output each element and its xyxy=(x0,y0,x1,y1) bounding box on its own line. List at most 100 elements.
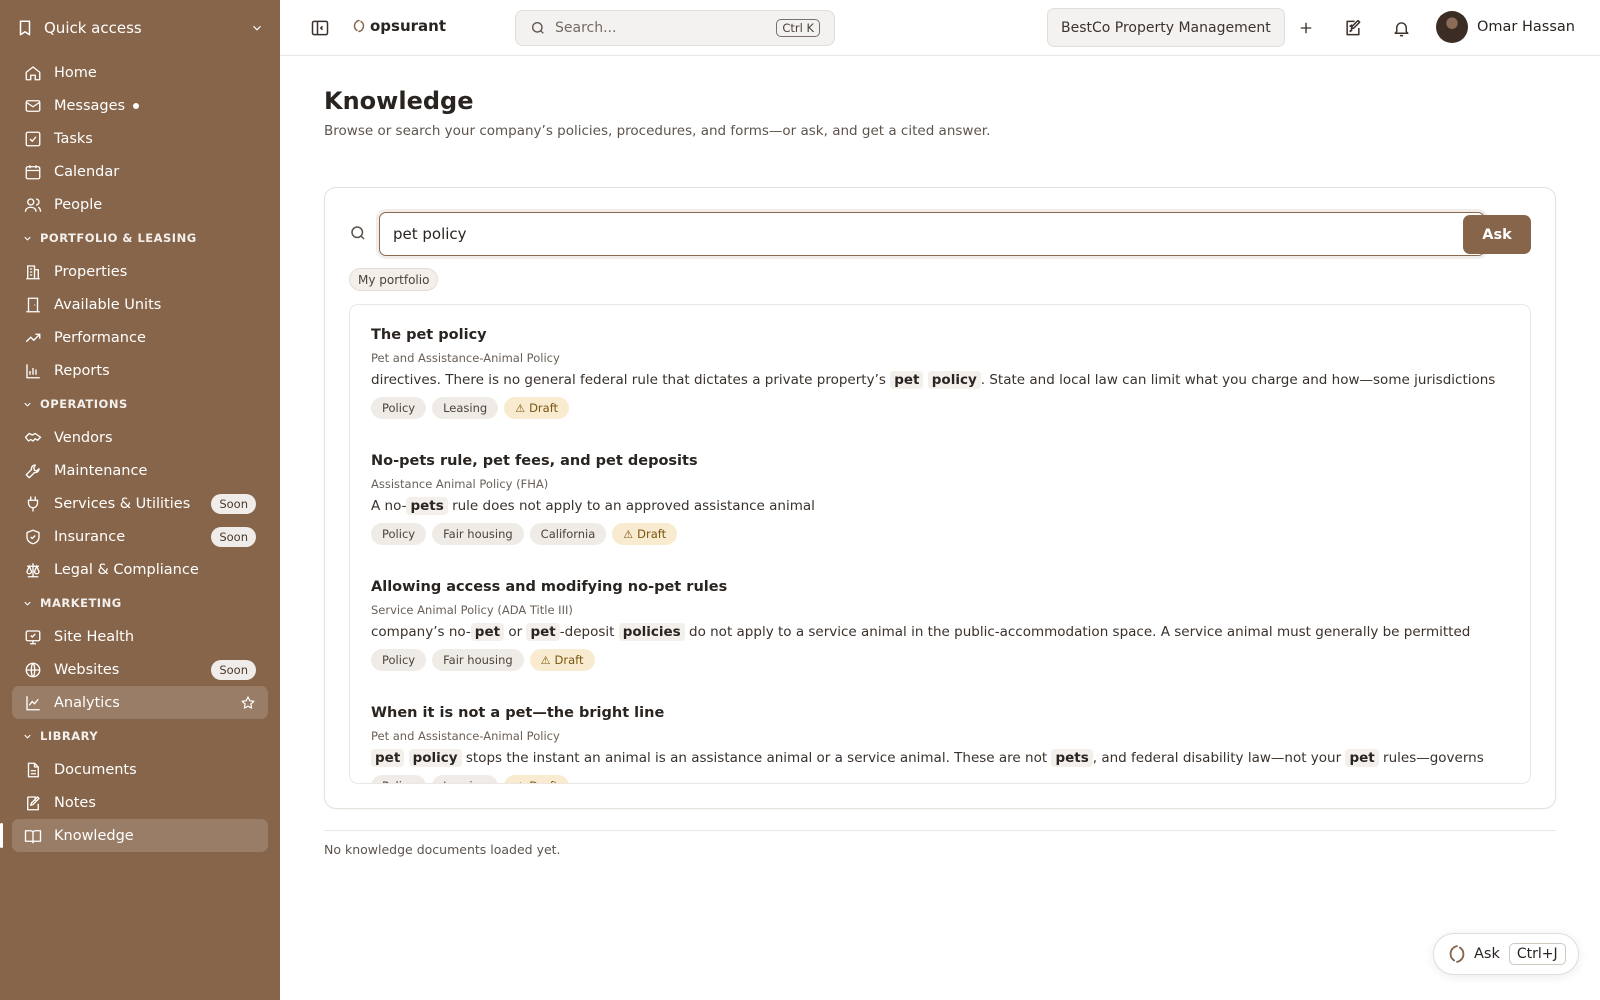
snippet-text: stops the instant an animal is an assist… xyxy=(461,750,1052,766)
sidebar-item-site-health[interactable]: Site Health xyxy=(12,620,268,653)
snippet-text: A no- xyxy=(371,498,407,514)
result-tags: Policy Fair housing ⚠ Draft xyxy=(371,649,1511,671)
tag-label: Policy xyxy=(382,527,416,541)
sidebar-item-label: Available Units xyxy=(54,296,162,313)
sidebar-item-insurance[interactable]: Insurance Soon xyxy=(12,520,268,553)
warning-icon: ⚠ xyxy=(623,527,634,541)
avatar xyxy=(1436,11,1468,43)
sidebar-item-people[interactable]: People xyxy=(12,188,268,221)
quick-access-label: Quick access xyxy=(44,19,142,37)
floating-ask-button[interactable]: Ask Ctrl+J xyxy=(1433,933,1579,975)
search-placeholder: Search... xyxy=(555,20,617,36)
sidebar-item-documents[interactable]: Documents xyxy=(12,753,268,786)
org-switcher-button[interactable]: BestCo Property Management xyxy=(1047,8,1285,47)
line-chart-icon xyxy=(24,694,42,712)
tag-label: Fair housing xyxy=(443,527,513,541)
task-edit-icon[interactable] xyxy=(1342,17,1364,39)
page-subtitle: Browse or search your company’s policies… xyxy=(324,123,991,139)
tag-chip: California xyxy=(529,523,607,545)
sidebar-item-maintenance[interactable]: Maintenance xyxy=(12,454,268,487)
plug-icon xyxy=(24,495,42,513)
mail-icon xyxy=(24,97,42,115)
snippet-text: company’s no- xyxy=(371,624,471,640)
sidebar-item-analytics[interactable]: Analytics xyxy=(12,686,268,719)
result-item[interactable]: No-pets rule, pet fees, and pet deposits… xyxy=(371,453,1511,545)
book-open-icon xyxy=(24,827,42,845)
sidebar-item-properties[interactable]: Properties xyxy=(12,255,268,288)
sidebar-item-messages[interactable]: Messages xyxy=(12,89,268,122)
star-icon[interactable] xyxy=(240,695,256,711)
sidebar-item-available-units[interactable]: Available Units xyxy=(12,288,268,321)
tag-label: Draft xyxy=(637,527,667,541)
sidebar-item-vendors[interactable]: Vendors xyxy=(12,421,268,454)
sidebar-item-legal-compliance[interactable]: Legal & Compliance xyxy=(12,553,268,586)
tag-chip: Policy xyxy=(371,523,427,545)
sidebar-item-label: Notes xyxy=(54,794,96,811)
highlighted-term: pet xyxy=(371,749,405,767)
user-menu[interactable]: Omar Hassan xyxy=(1436,11,1575,43)
bell-icon[interactable] xyxy=(1390,17,1412,39)
knowledge-query-input[interactable] xyxy=(379,212,1485,256)
section-portfolio-leasing[interactable]: PORTFOLIO & LEASING xyxy=(0,221,280,255)
highlighted-term: pets xyxy=(406,497,448,515)
soon-badge: Soon xyxy=(211,493,256,514)
sidebar-item-reports[interactable]: Reports xyxy=(12,354,268,387)
logo-icon xyxy=(1448,944,1466,964)
tag-chip: Policy xyxy=(371,775,427,783)
search-icon xyxy=(349,224,367,242)
highlighted-term: policy xyxy=(927,371,981,389)
sidebar-item-websites[interactable]: Websites Soon xyxy=(12,653,268,686)
sidebar-item-calendar[interactable]: Calendar xyxy=(12,155,268,188)
sidebar-item-performance[interactable]: Performance xyxy=(12,321,268,354)
result-tags: Policy Leasing ⚠Draft xyxy=(371,397,1511,419)
chevron-down-icon xyxy=(250,21,264,35)
sidebar-toggle-icon[interactable] xyxy=(310,18,330,38)
tag-label: Leasing xyxy=(443,401,488,415)
sidebar-item-home[interactable]: Home xyxy=(12,56,268,89)
unread-dot xyxy=(133,102,140,109)
sidebar-item-label: Calendar xyxy=(54,163,120,180)
section-title: OPERATIONS xyxy=(40,397,128,411)
handshake-icon xyxy=(24,429,42,447)
logo-icon xyxy=(353,19,365,33)
warning-icon: ⚠ xyxy=(515,780,525,784)
sidebar-item-label: Reports xyxy=(54,362,110,379)
scope-chip-my-portfolio[interactable]: My portfolio xyxy=(349,268,439,291)
plus-icon[interactable] xyxy=(1295,17,1317,39)
sidebar-item-notes[interactable]: Notes xyxy=(12,786,268,819)
tag-label: Draft xyxy=(554,653,584,667)
section-operations[interactable]: OPERATIONS xyxy=(0,387,280,421)
chevron-down-icon xyxy=(22,233,33,244)
quick-access-toggle[interactable]: Quick access xyxy=(0,0,280,56)
sidebar-item-label: Performance xyxy=(54,329,146,346)
tag-label: Leasing xyxy=(443,779,487,783)
section-title: PORTFOLIO & LEASING xyxy=(40,231,197,245)
result-item[interactable]: When it is not a pet—the bright line Pet… xyxy=(371,705,1511,784)
note-edit-icon xyxy=(24,794,42,812)
sidebar-item-services-utilities[interactable]: Services & Utilities Soon xyxy=(12,487,268,520)
warning-icon: ⚠ xyxy=(515,401,526,415)
page-title: Knowledge xyxy=(324,87,474,115)
sidebar-item-label: Properties xyxy=(54,263,128,280)
results-list: The pet policy Pet and Assistance-Animal… xyxy=(349,304,1531,784)
sidebar-item-tasks[interactable]: Tasks xyxy=(12,122,268,155)
sidebar-item-label: Tasks xyxy=(54,130,93,147)
bar-chart-icon xyxy=(24,362,42,380)
calendar-icon xyxy=(24,163,42,181)
result-item[interactable]: Allowing access and modifying no-pet rul… xyxy=(371,579,1511,671)
result-source: Pet and Assistance-Animal Policy xyxy=(371,729,560,743)
result-item[interactable]: The pet policy Pet and Assistance-Animal… xyxy=(371,327,1511,419)
sidebar-item-label: Documents xyxy=(54,761,137,778)
snippet-text xyxy=(404,750,408,766)
ask-button[interactable]: Ask xyxy=(1463,215,1531,254)
monitor-check-icon xyxy=(24,628,42,646)
highlighted-term: pets xyxy=(1051,749,1093,767)
section-library[interactable]: LIBRARY xyxy=(0,719,280,753)
brand-logo[interactable]: opsurant xyxy=(353,17,446,35)
section-marketing[interactable]: MARKETING xyxy=(0,586,280,620)
global-search-input[interactable]: Search... Ctrl K xyxy=(515,10,835,46)
snippet-text: rules—governs xyxy=(1378,750,1484,766)
sidebar-item-knowledge[interactable]: Knowledge xyxy=(0,819,268,852)
highlighted-term: pet xyxy=(1345,749,1379,767)
snippet-text: . State and local law can limit what you… xyxy=(980,372,1496,388)
